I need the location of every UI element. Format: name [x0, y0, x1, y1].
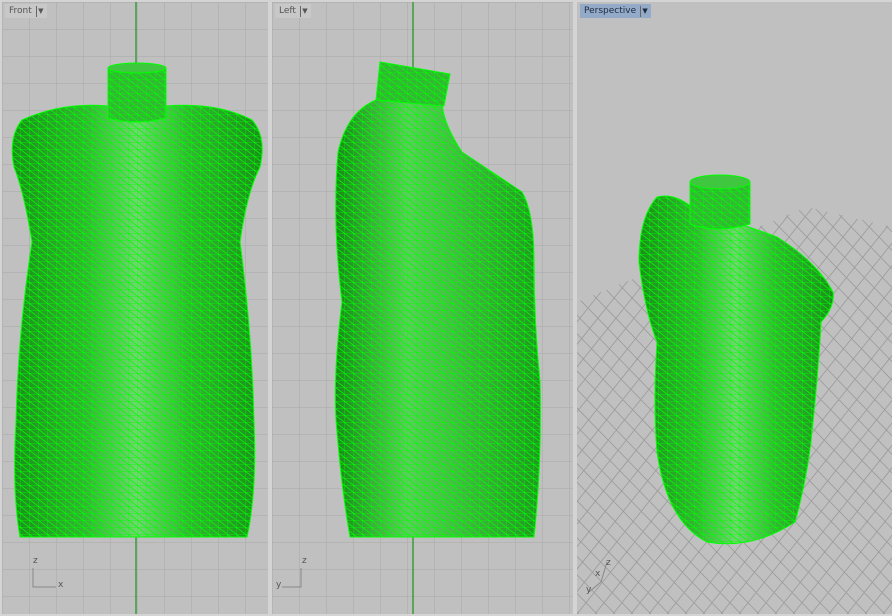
axis-label-z: z: [606, 558, 611, 568]
viewport-label: Perspective: [584, 6, 637, 16]
viewport-front[interactable]: Front ▼ z x: [2, 2, 268, 614]
dropdown-icon[interactable]: ▼: [299, 5, 309, 17]
torso-model-front: [11, 62, 263, 538]
dropdown-icon[interactable]: ▼: [35, 5, 45, 17]
viewport-left[interactable]: Left ▼ z y: [272, 2, 573, 614]
dropdown-icon[interactable]: ▼: [640, 5, 649, 17]
viewport-tab-perspective[interactable]: Perspective ▼: [580, 4, 652, 18]
axis-label-x: x: [58, 580, 64, 590]
axis-label-x: x: [595, 569, 601, 579]
axis-label-y: y: [586, 585, 592, 595]
torso-model-perspective: [638, 174, 834, 545]
viewport-label: Left: [279, 6, 296, 16]
axis-label-z: z: [302, 556, 307, 566]
viewport-label: Front: [9, 6, 32, 16]
axis-label-y: y: [276, 580, 282, 590]
viewport-perspective[interactable]: Perspective ▼ z x y: [577, 2, 892, 614]
viewport-tab-left[interactable]: Left ▼: [275, 4, 311, 18]
axis-label-z: z: [33, 556, 38, 566]
viewport-tab-front[interactable]: Front ▼: [5, 4, 47, 18]
